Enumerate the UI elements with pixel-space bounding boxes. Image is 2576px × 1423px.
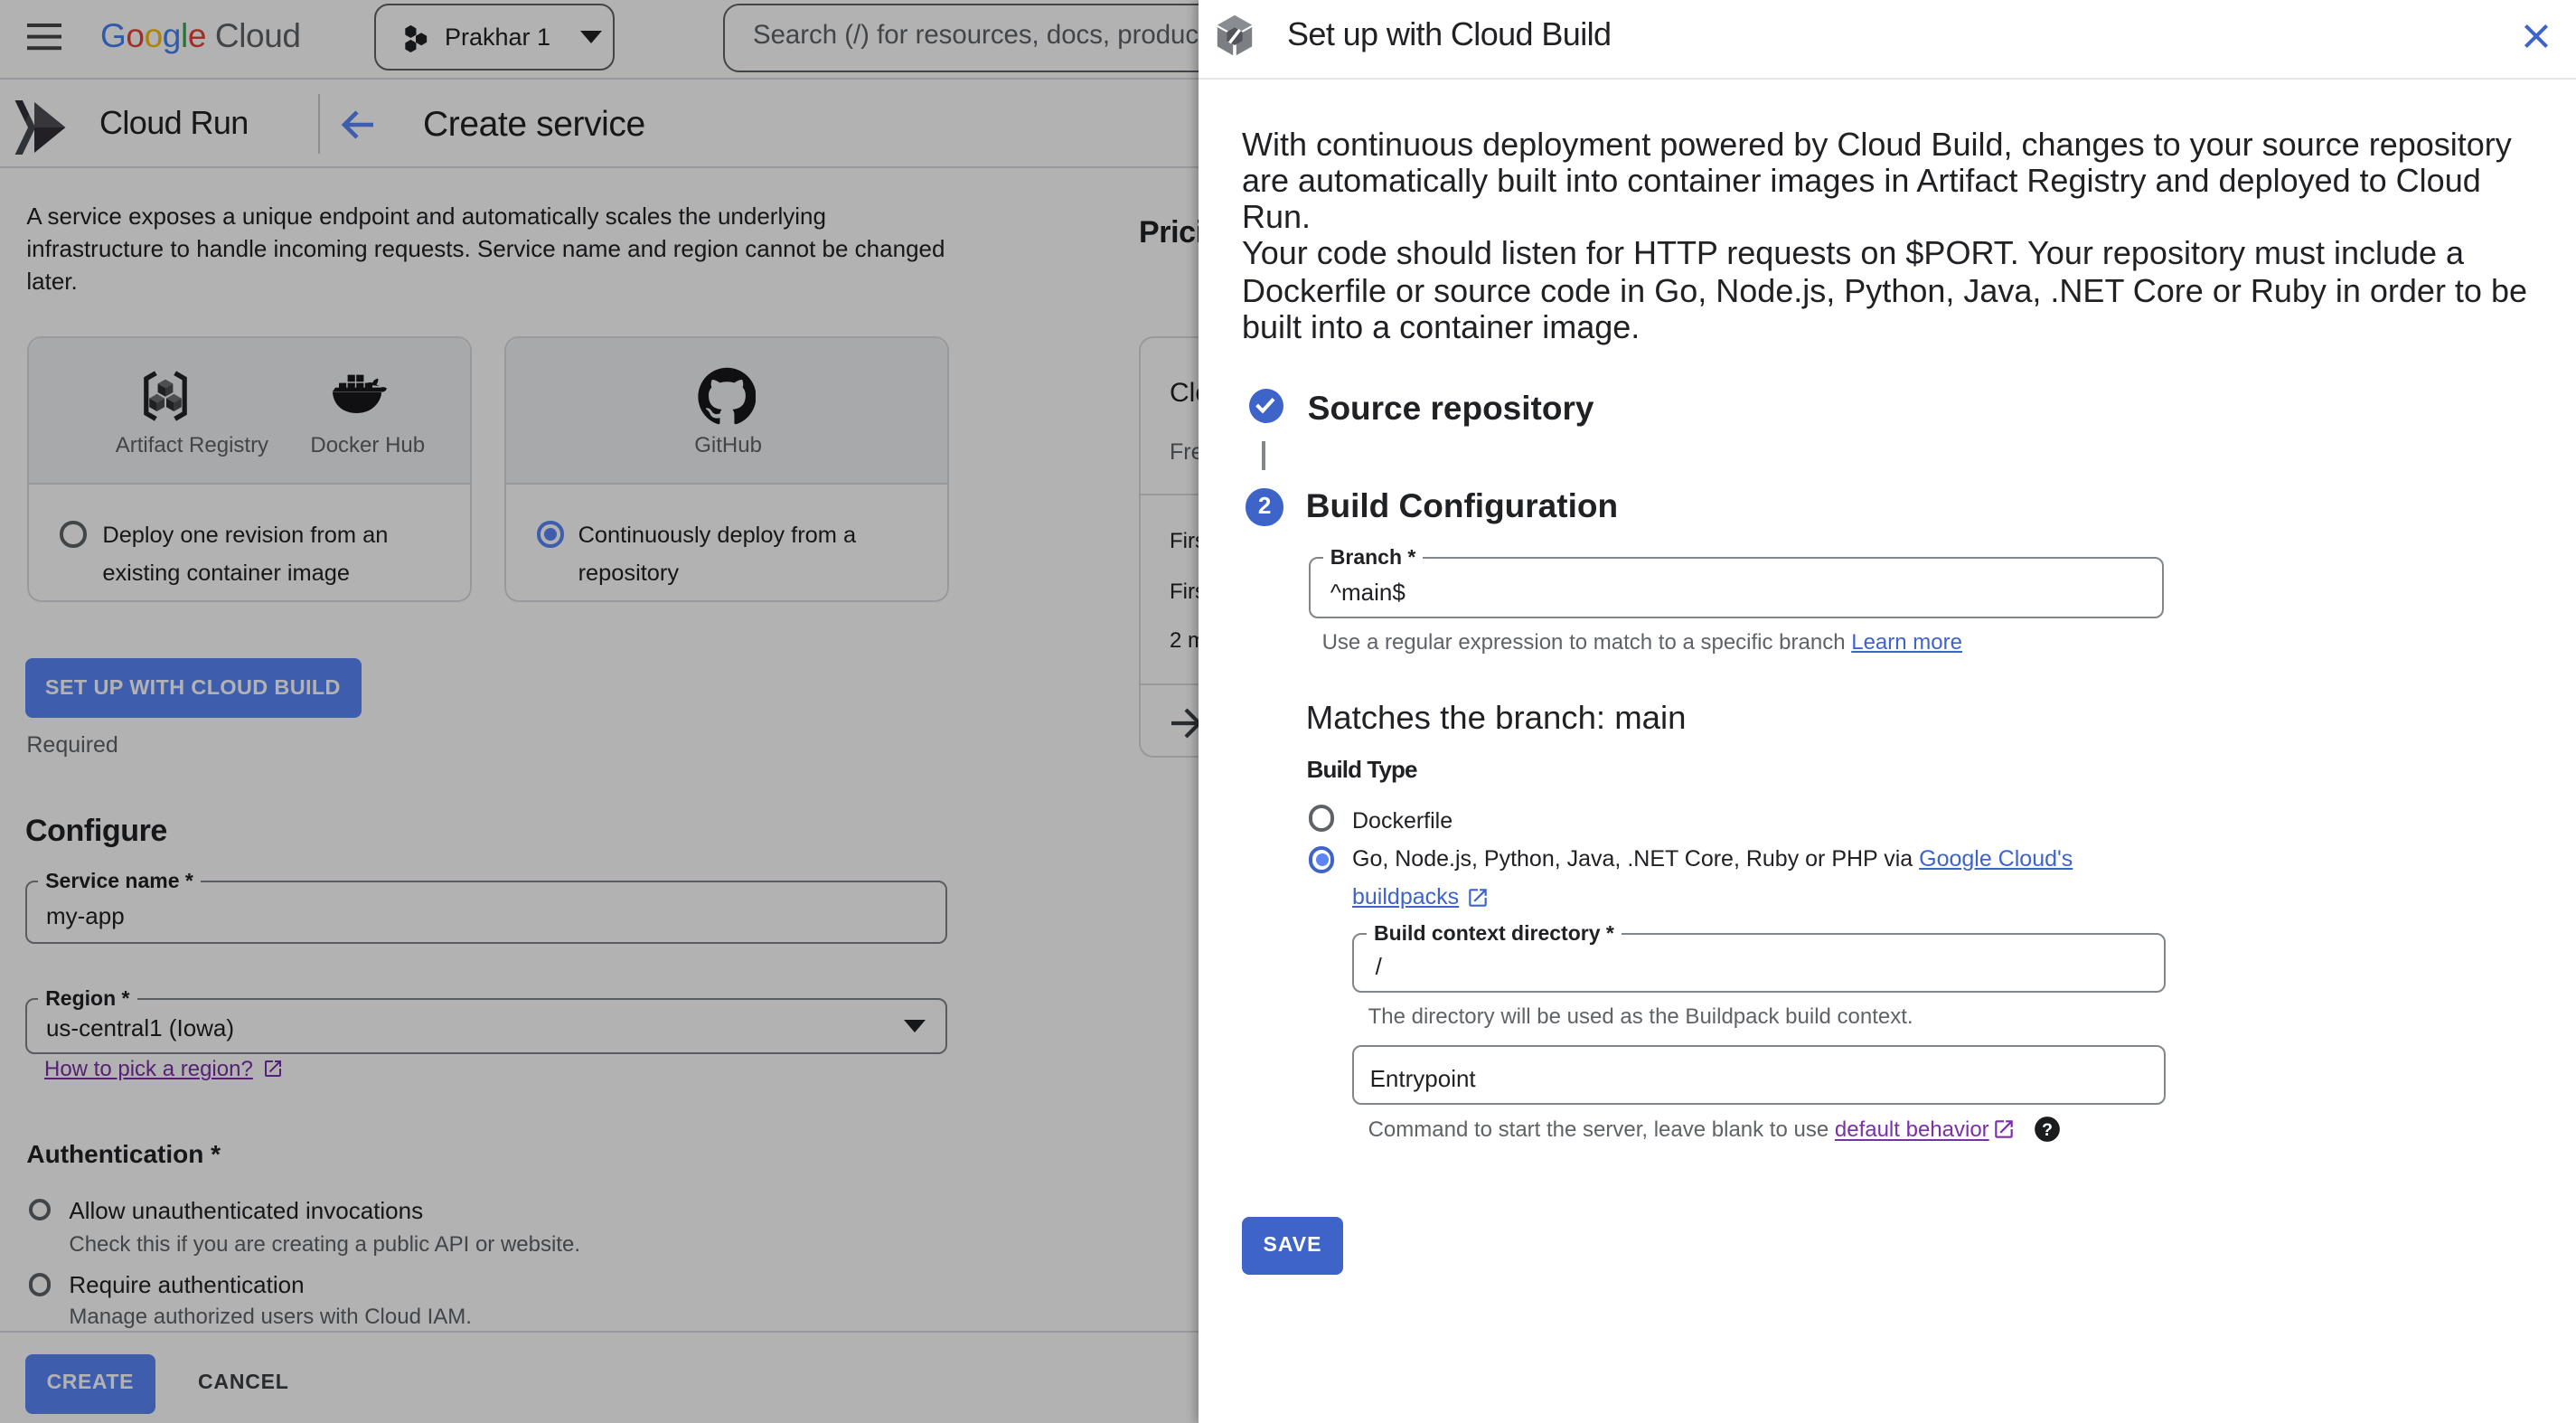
svg-text:?: ?	[2041, 1121, 2052, 1141]
